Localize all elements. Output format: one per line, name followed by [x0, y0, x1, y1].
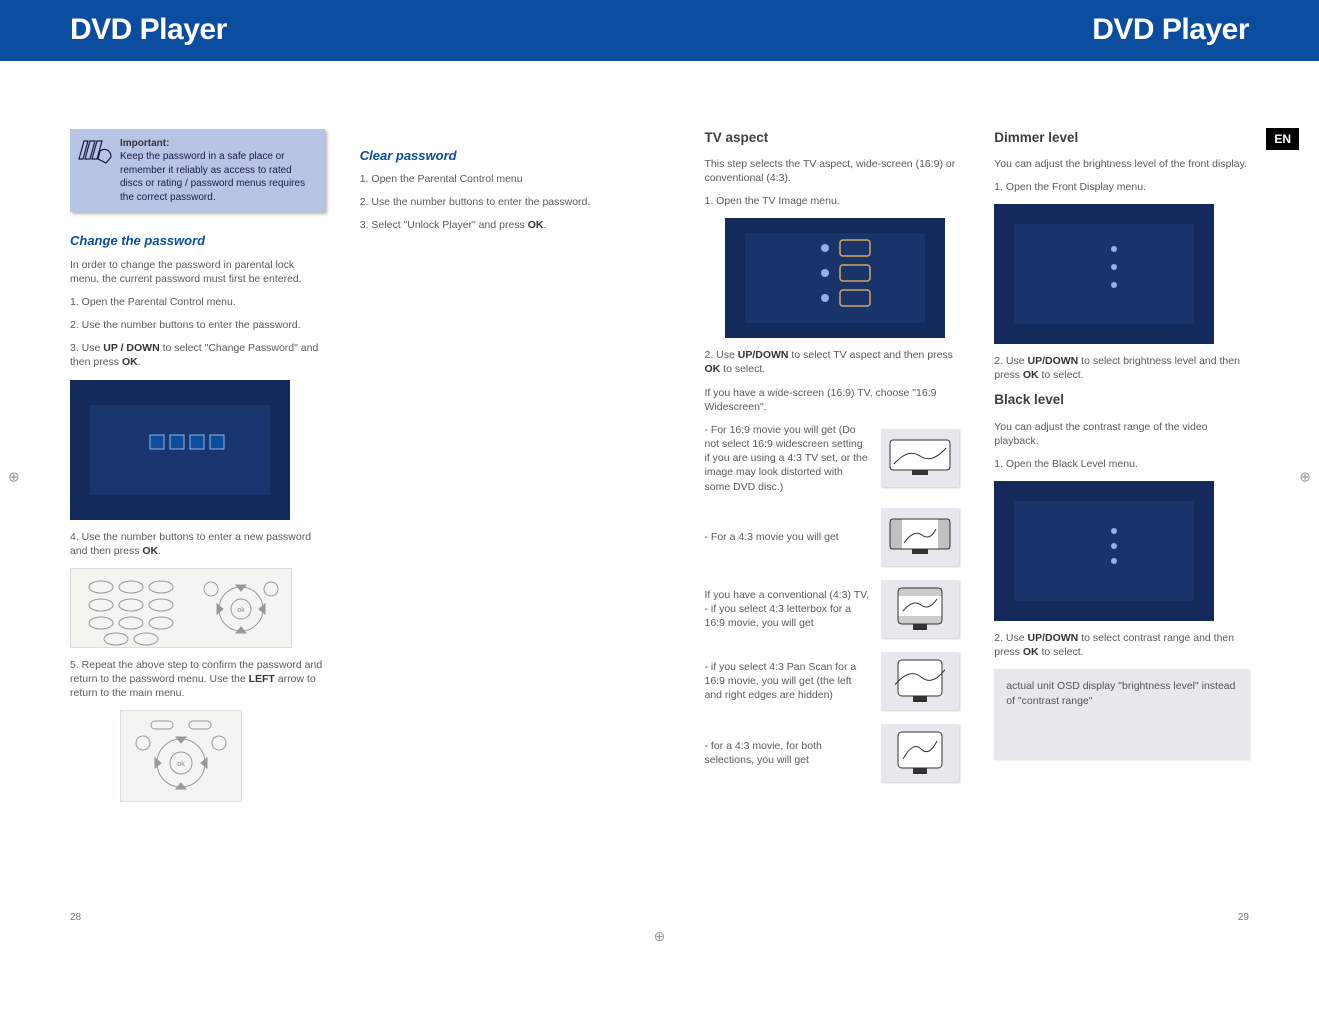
tv-aspect-wide-intro: If you have a wide-screen (16:9) TV, cho… [705, 386, 960, 414]
tv-aspect-intro: This step selects the TV aspect, wide-sc… [705, 157, 960, 185]
dimmer-step1: 1. Open the Front Display menu. [994, 180, 1249, 194]
dimmer-menu-screenshot [994, 204, 1214, 344]
title-bar-right: DVD Player [615, 0, 1319, 61]
clear-password-heading: Clear password [360, 147, 615, 165]
tv-widescreen-169-icon [881, 429, 959, 487]
dimmer-intro: You can adjust the brightness level of t… [994, 157, 1249, 171]
tv-43-full-icon [881, 724, 959, 782]
remote-numpad-image: ok [70, 568, 292, 648]
black-intro: You can adjust the contrast range of the… [994, 420, 1249, 448]
remote-dpad-image: ok [120, 710, 242, 802]
tv-aspect-169-row: - For 16:9 movie you will get (Do not se… [705, 423, 960, 494]
black-menu-screenshot [994, 481, 1214, 621]
page-number-left: 28 [70, 911, 81, 925]
tv-image-menu-screenshot [725, 218, 945, 338]
right-col-2: Dimmer level You can adjust the brightne… [994, 129, 1249, 1003]
svg-text:ok: ok [177, 761, 185, 768]
tv-aspect-panscan-text: - if you select 4:3 Pan Scan for a 16:9 … [705, 660, 870, 703]
tv-aspect-43movie-text: - for a 4:3 movie, for both selections, … [705, 739, 870, 767]
tv-43-panscan-icon [881, 652, 959, 710]
change-password-step3: 3. Use UP / DOWN to select "Change Passw… [70, 341, 325, 369]
clear-password-step2: 2. Use the number buttons to enter the p… [360, 195, 615, 209]
manual-spread: ⊕ ⊕ ⊕ ⊕ DVD Player Important: Keep the p… [0, 0, 1319, 954]
tv-aspect-letterbox-text: If you have a conventional (4:3) TV, - i… [705, 588, 870, 631]
tv-aspect-panscan-row: - if you select 4:3 Pan Scan for a 16:9 … [705, 652, 960, 710]
password-menu-screenshot [70, 380, 290, 520]
tv-aspect-169-text: - For 16:9 movie you will get (Do not se… [705, 423, 870, 494]
change-password-heading: Change the password [70, 232, 325, 250]
change-password-intro: In order to change the password in paren… [70, 258, 325, 286]
tv-aspect-43-on-169-row: - For a 4:3 movie you will get [705, 508, 960, 566]
dimmer-step2: 2. Use UP/DOWN to select brightness leve… [994, 354, 1249, 382]
page-right: DVD Player EN TV aspect This step select… [660, 0, 1319, 954]
tv-aspect-step2: 2. Use UP/DOWN to select TV aspect and t… [705, 348, 960, 376]
tv-aspect-letterbox-row: If you have a conventional (4:3) TV, - i… [705, 580, 960, 638]
svg-text:ok: ok [237, 607, 245, 614]
right-col-1: TV aspect This step selects the TV aspec… [705, 129, 960, 1003]
important-note: Important: Keep the password in a safe p… [70, 129, 325, 213]
change-password-step2: 2. Use the number buttons to enter the p… [70, 318, 325, 332]
page-title-right: DVD Player [660, 10, 1250, 51]
page-number-right: 29 [1238, 911, 1249, 925]
left-col-2: Clear password 1. Open the Parental Cont… [360, 129, 615, 1003]
change-password-step4: 4. Use the number buttons to enter a new… [70, 530, 325, 558]
left-col-1: Important: Keep the password in a safe p… [70, 129, 325, 1003]
language-tab: EN [1266, 128, 1299, 150]
important-body: Keep the password in a safe place or rem… [120, 151, 305, 203]
tv-aspect-43movie-row: - for a 4:3 movie, for both selections, … [705, 724, 960, 782]
important-heading: Important: [120, 138, 169, 149]
change-password-step5: 5. Repeat the above step to confirm the … [70, 658, 325, 701]
page-left: DVD Player Important: Keep the password … [0, 0, 660, 954]
change-password-step1: 1. Open the Parental Control menu. [70, 295, 325, 309]
tv-widescreen-pillarbox-icon [881, 508, 959, 566]
black-level-note-text: actual unit OSD display "brightness leve… [1006, 680, 1235, 706]
clear-password-step1: 1. Open the Parental Control menu [360, 172, 615, 186]
black-step1: 1. Open the Black Level menu. [994, 457, 1249, 471]
title-bar-left: DVD Player [0, 0, 660, 61]
black-step2: 2. Use UP/DOWN to select contrast range … [994, 631, 1249, 659]
writing-hand-icon [76, 137, 114, 167]
tv-43-letterbox-icon [881, 580, 959, 638]
tv-aspect-step1: 1. Open the TV Image menu. [705, 194, 960, 208]
tv-aspect-heading: TV aspect [705, 129, 960, 147]
black-heading: Black level [994, 391, 1249, 409]
black-level-note: actual unit OSD display "brightness leve… [994, 669, 1249, 759]
page-title-left: DVD Player [70, 10, 660, 51]
dimmer-heading: Dimmer level [994, 129, 1249, 147]
clear-password-step3: 3. Select "Unlock Player" and press OK. [360, 218, 615, 232]
tv-aspect-43-on-169-text: - For a 4:3 movie you will get [705, 530, 870, 544]
